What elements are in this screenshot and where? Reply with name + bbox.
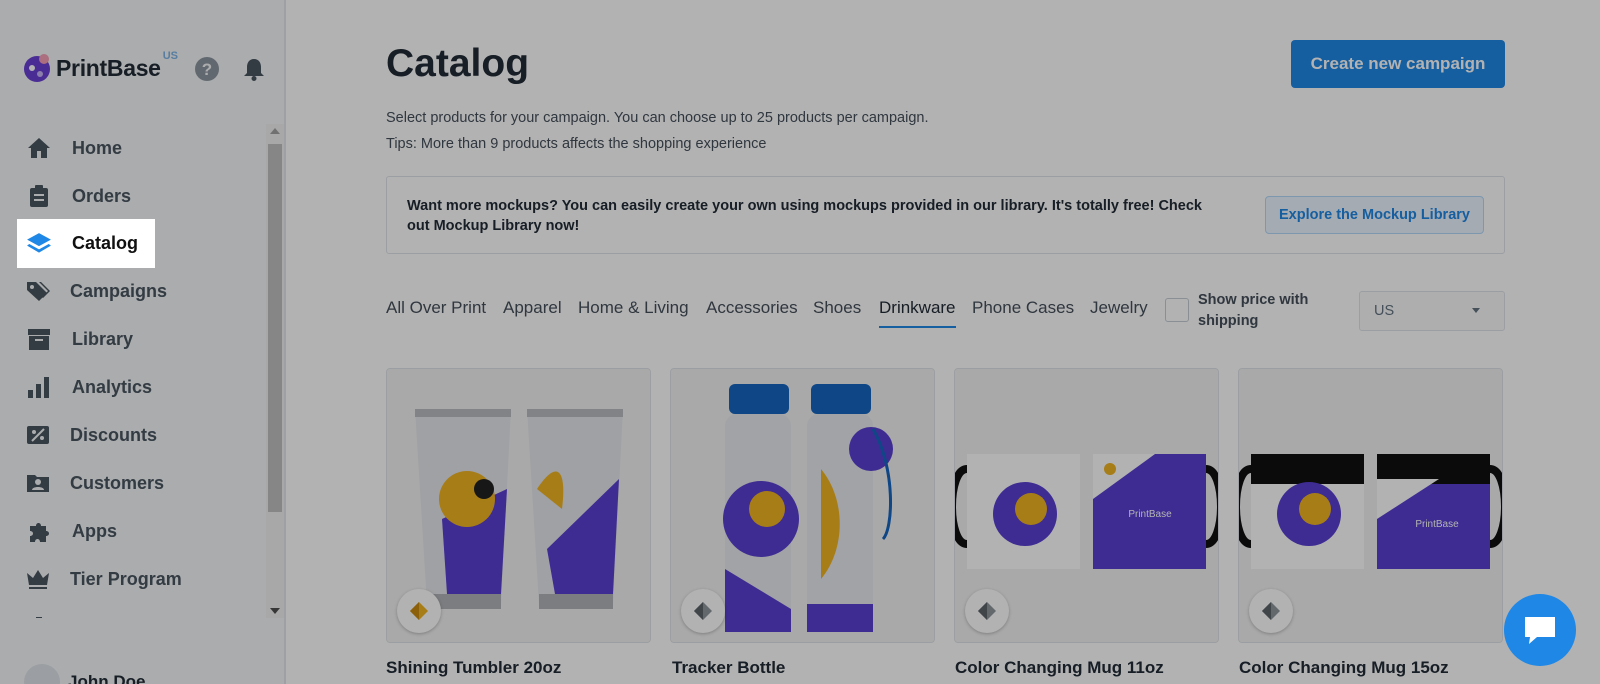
clipboard-icon [26,183,52,209]
explore-mockup-library-button[interactable]: Explore the Mockup Library [1265,196,1484,234]
tab-apparel[interactable]: Apparel [503,298,562,318]
sidebar-nav: Home Orders Catalog Campaigns Library [0,122,266,618]
sidebar-item-more[interactable] [18,603,154,618]
svg-text:?: ? [202,60,212,79]
puzzle-icon [26,518,52,544]
bell-icon[interactable] [241,56,267,82]
layers-icon [27,232,51,253]
percent-icon [26,422,50,448]
product-card[interactable] [386,368,651,643]
sidebar-item-library[interactable]: Library [18,315,154,363]
sidebar-item-tier-program[interactable]: Tier Program [18,555,182,603]
tour-spotlight-catalog[interactable]: Catalog [17,219,155,268]
scroll-up-arrow-icon[interactable] [270,128,280,134]
chevron-down-icon [1472,308,1480,313]
brand[interactable]: PrintBase US [22,48,178,88]
sidebar-item-label: Home [72,137,123,158]
sidebar-item-label: Discounts [70,424,158,445]
product-card[interactable]: PrintBase [1238,368,1503,643]
silver-diamond-icon [681,589,725,633]
svg-text:PrintBase: PrintBase [1415,519,1459,530]
main-content: Catalog Create new campaign Select produ… [286,0,1600,684]
sidebar-item-label: Orders [72,185,132,206]
page-subtitle: Select products for your campaign. You c… [386,110,929,126]
sidebar-item-label: Campaigns [70,280,168,301]
archive-icon [26,326,52,352]
show-price-label: Show price with shipping [1198,292,1309,329]
product-title[interactable]: Tracker Bottle [672,658,785,678]
tab-accessories[interactable]: Accessories [706,298,798,318]
tab-home-living[interactable]: Home & Living [578,298,689,318]
tags-icon [26,278,50,304]
product-card[interactable] [670,368,935,643]
sidebar-item-discounts[interactable]: Discounts [18,411,158,459]
sidebar: PrintBase US ? Home Orders Catalog [0,0,286,684]
bar-chart-icon [26,374,52,400]
user-profile[interactable]: John Doe [24,664,145,684]
create-campaign-button[interactable]: Create new campaign [1291,40,1505,88]
brand-name: PrintBase [56,54,161,81]
sidebar-item-orders[interactable]: Orders [18,172,154,220]
sidebar-item-analytics[interactable]: Analytics [18,363,154,411]
settings-icon [26,614,52,618]
tab-phone-cases[interactable]: Phone Cases [972,298,1074,318]
tab-jewelry[interactable]: Jewelry [1090,298,1148,318]
home-icon [26,135,52,161]
sidebar-item-label: Apps [72,520,117,541]
region-select[interactable]: US [1359,291,1505,331]
gold-diamond-icon [397,589,441,633]
category-tabs: All Over Print Apparel Home & Living Acc… [386,290,1148,332]
product-title[interactable]: Color Changing Mug 11oz [955,658,1164,678]
chat-button[interactable] [1504,594,1576,666]
scroll-down-arrow-icon[interactable] [270,608,280,614]
silver-diamond-icon [965,589,1009,633]
tab-drinkware[interactable]: Drinkware [879,298,956,328]
page-tips: Tips: More than 9 products affects the s… [386,136,767,152]
product-title[interactable]: Color Changing Mug 15oz [1239,658,1449,678]
help-icon[interactable]: ? [194,56,220,82]
page-title: Catalog [386,42,530,85]
sidebar-item-label: Customers [70,472,165,493]
sidebar-scrollbar[interactable] [266,124,284,618]
region-select-value: US [1374,303,1395,319]
silver-diamond-icon [1249,589,1293,633]
scrollbar-thumb[interactable] [268,144,282,512]
mockup-banner: Want more mockups? You can easily create… [386,176,1505,254]
chat-bubble-icon [1525,617,1555,644]
tab-all-over-print[interactable]: All Over Print [386,298,486,318]
sidebar-item-label: Tier Program [70,568,182,589]
banner-text: Want more mockups? You can easily create… [407,198,1202,234]
product-title[interactable]: Shining Tumbler 20oz [386,658,561,678]
show-price-with-shipping-checkbox[interactable] [1165,298,1189,322]
brand-region: US [162,50,178,62]
sidebar-item-label: Analytics [72,376,153,397]
svg-text:PrintBase: PrintBase [1128,509,1172,520]
sidebar-item-customers[interactable]: Customers [18,459,164,507]
product-card[interactable]: PrintBase [954,368,1219,643]
sidebar-item-apps[interactable]: Apps [18,507,154,555]
avatar [24,664,60,684]
customer-folder-icon [26,470,50,496]
user-name: John Doe [68,672,146,684]
spotlight-label: Catalog [72,233,139,253]
printbase-logo-icon [24,54,50,82]
sidebar-item-label: Library [72,328,134,349]
tab-shoes[interactable]: Shoes [813,298,861,318]
sidebar-item-home[interactable]: Home [18,124,154,172]
sidebar-item-campaigns[interactable]: Campaigns [18,267,167,315]
crown-icon [26,566,50,592]
